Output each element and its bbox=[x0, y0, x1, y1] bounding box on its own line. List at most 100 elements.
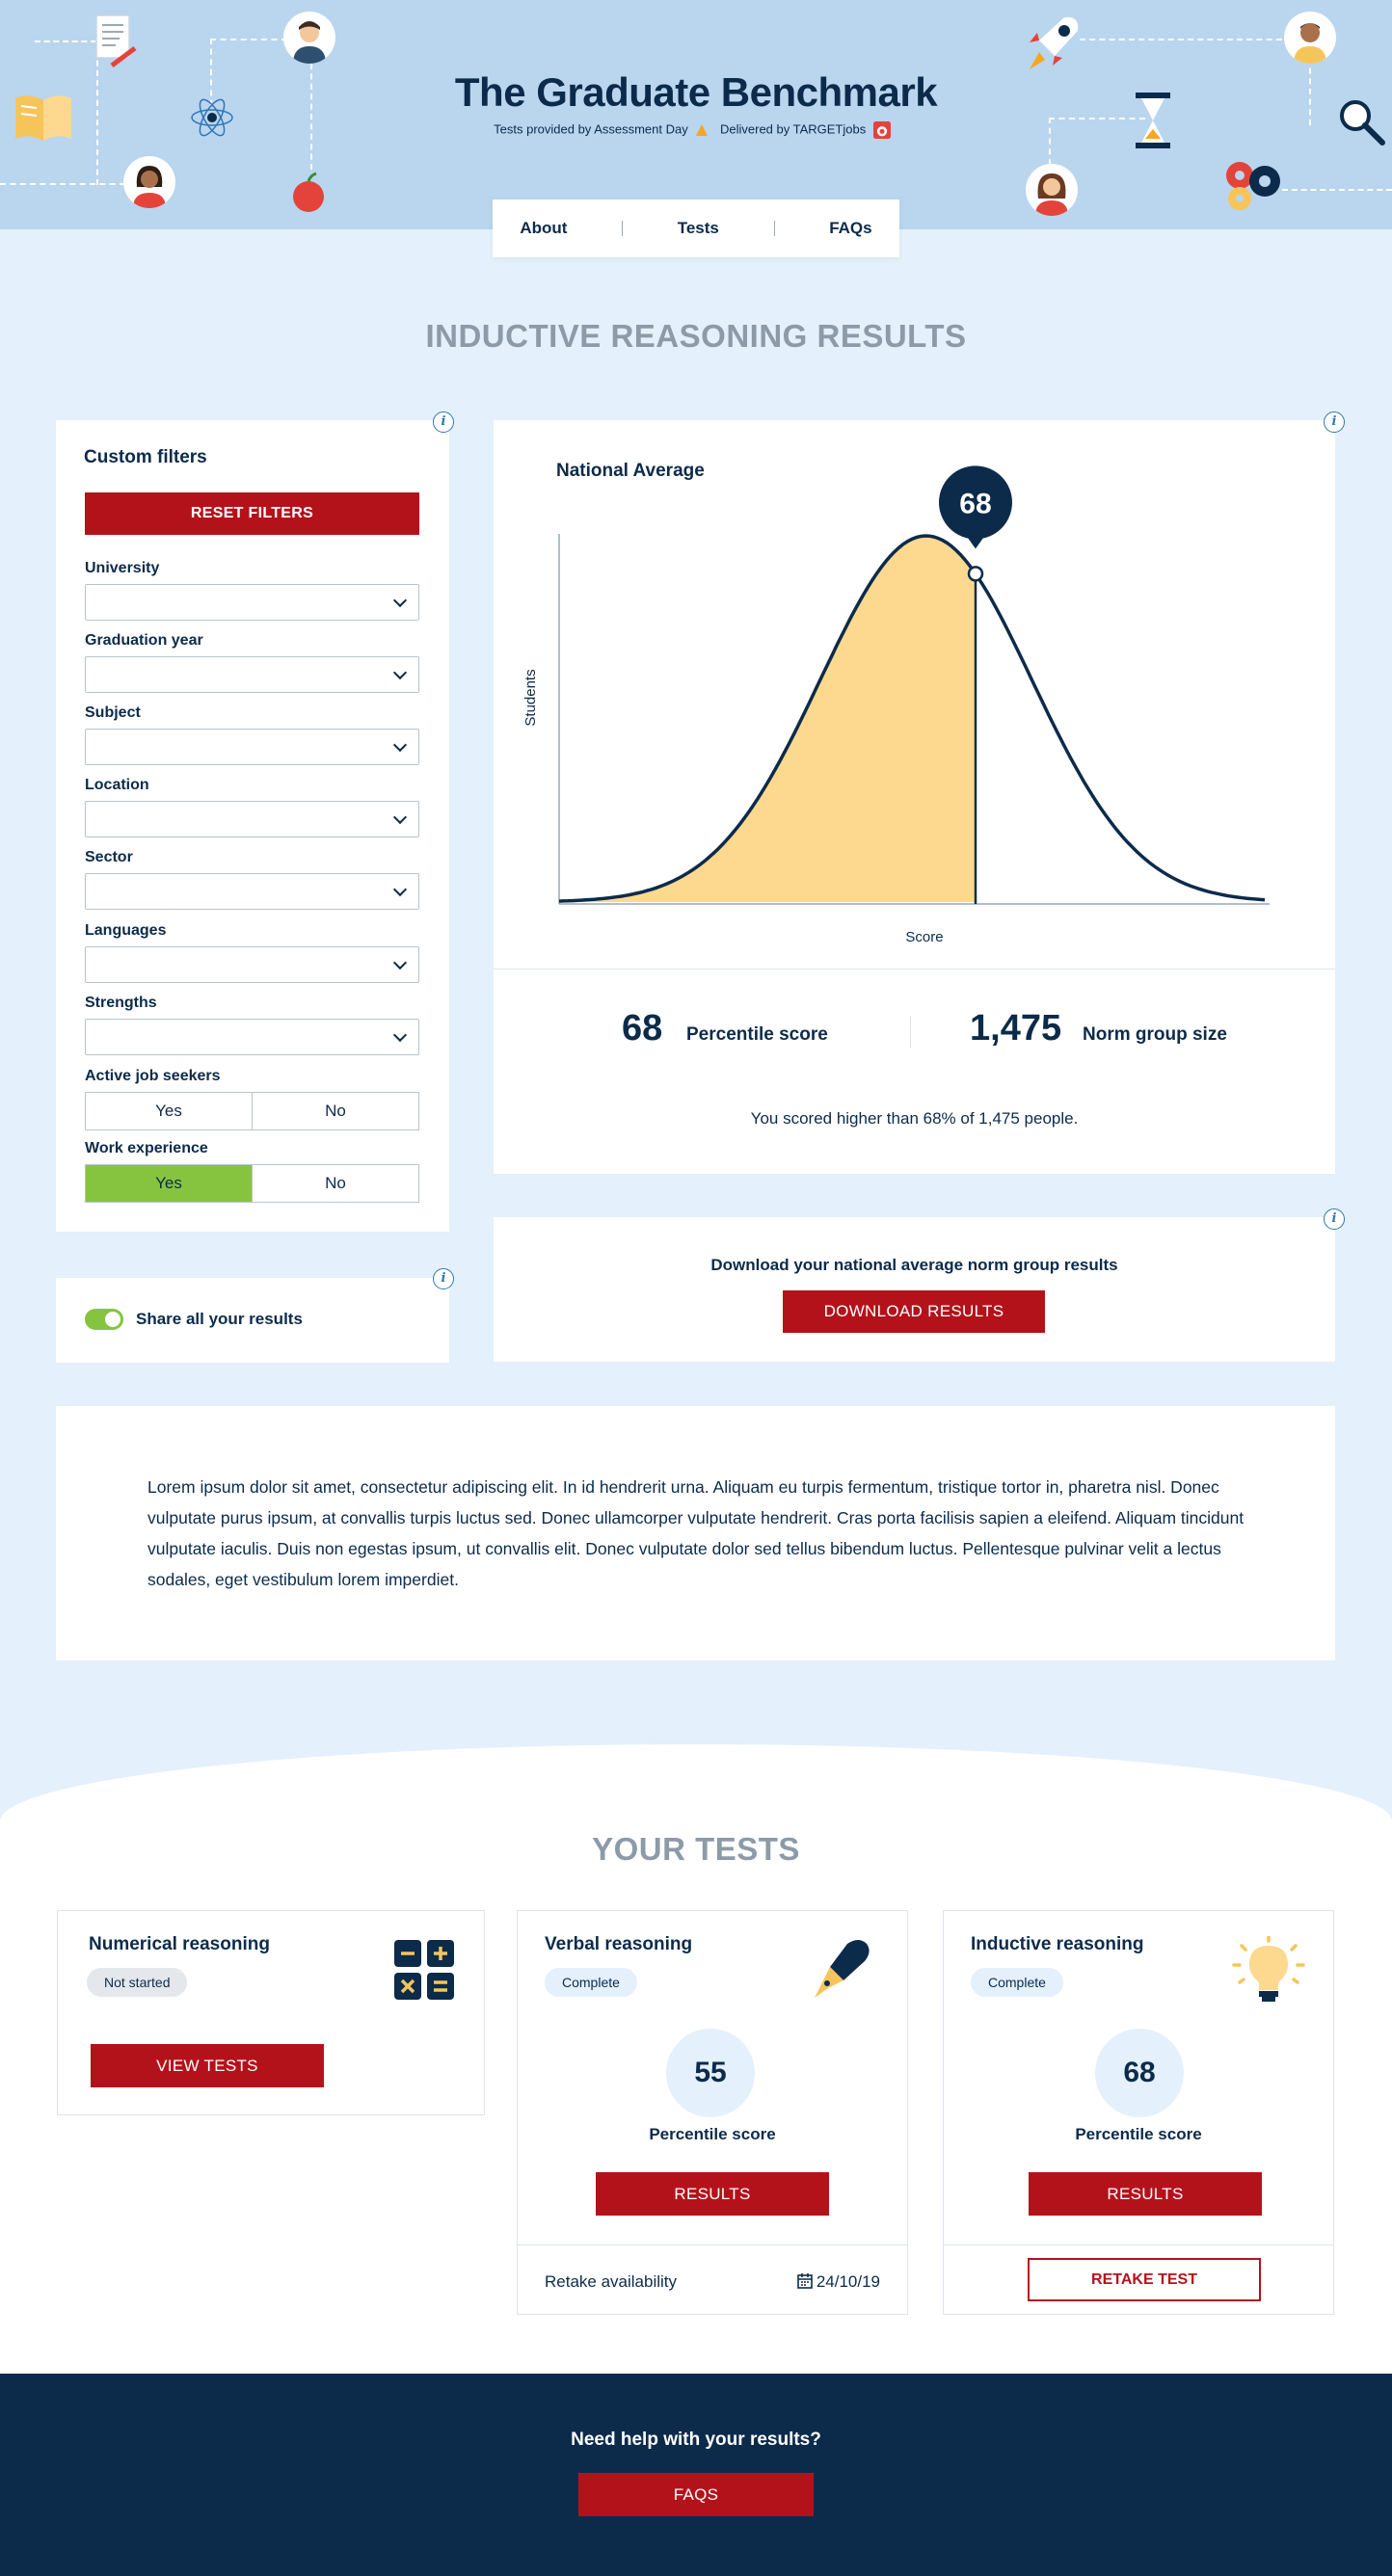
percentile-score-circle: 68 bbox=[1095, 2029, 1184, 2117]
filters-card: Custom filters RESET FILTERS University … bbox=[56, 420, 449, 1232]
work-experience-no[interactable]: No bbox=[252, 1165, 418, 1202]
sector-select[interactable] bbox=[85, 873, 419, 910]
view-tests-button[interactable]: VIEW TESTS bbox=[91, 2044, 324, 2087]
provider-text: Tests provided by Assessment Day bbox=[494, 121, 688, 137]
norm-group-size-label: Norm group size bbox=[1083, 1024, 1227, 1045]
percentile-score-circle: 55 bbox=[666, 2029, 755, 2117]
share-info-icon[interactable]: i bbox=[433, 1268, 454, 1289]
active-job-seekers-toggle: Yes No bbox=[85, 1092, 419, 1130]
retake-test-button[interactable]: RETAKE TEST bbox=[1028, 2258, 1261, 2301]
active-job-seekers-yes[interactable]: Yes bbox=[86, 1093, 252, 1129]
status-badge: Complete bbox=[545, 1968, 637, 1997]
footer-faqs-button[interactable]: FAQS bbox=[578, 2473, 814, 2516]
dashed-line bbox=[1049, 118, 1145, 120]
nav-divider bbox=[773, 221, 775, 236]
filters-info-icon[interactable]: i bbox=[433, 412, 454, 433]
test-title: Verbal reasoning bbox=[545, 1934, 693, 1954]
graduation-year-select[interactable] bbox=[85, 656, 419, 693]
retake-date-value: 24/10/19 bbox=[816, 2272, 880, 2291]
verbal-results-button[interactable]: RESULTS bbox=[596, 2172, 829, 2216]
score-summary: You scored higher than 68% of 1,475 peop… bbox=[750, 1109, 1079, 1128]
active-job-seekers-no[interactable]: No bbox=[252, 1093, 418, 1129]
card-divider bbox=[518, 2244, 907, 2245]
percentile-score-label: Percentile score bbox=[1075, 2125, 1202, 2143]
status-badge: Not started bbox=[87, 1968, 188, 1997]
description-card: Lorem ipsum dolor sit amet, consectetur … bbox=[56, 1406, 1335, 1660]
work-experience-yes[interactable]: Yes bbox=[86, 1165, 252, 1202]
filter-label-location: Location bbox=[85, 777, 149, 793]
stats-divider bbox=[910, 1016, 911, 1049]
chevron-down-icon bbox=[392, 737, 408, 753]
apple-icon bbox=[293, 172, 324, 212]
chevron-down-icon bbox=[392, 955, 408, 970]
university-select[interactable] bbox=[85, 584, 419, 621]
test-title: Inductive reasoning bbox=[971, 1934, 1144, 1954]
nav-tests[interactable]: Tests bbox=[678, 219, 719, 238]
chevron-down-icon bbox=[392, 665, 408, 680]
nav-about[interactable]: About bbox=[520, 219, 567, 238]
download-info-icon[interactable]: i bbox=[1324, 1208, 1345, 1230]
nav-divider bbox=[622, 221, 624, 236]
fountain-pen-icon bbox=[815, 1940, 870, 1998]
dashed-line bbox=[35, 40, 96, 42]
chevron-down-icon bbox=[392, 810, 408, 825]
strengths-select[interactable] bbox=[85, 1019, 419, 1055]
site-title: The Graduate Benchmark bbox=[454, 69, 938, 115]
filter-label-work-experience: Work experience bbox=[85, 1140, 208, 1156]
percentile-score-value: 68 bbox=[622, 1008, 663, 1049]
targetjobs-logo-icon bbox=[872, 121, 891, 139]
x-axis-label: Score bbox=[905, 929, 943, 945]
norm-group-size-value: 1,475 bbox=[970, 1008, 1062, 1049]
work-experience-toggle: Yes No bbox=[85, 1164, 419, 1203]
filter-label-sector: Sector bbox=[85, 849, 133, 865]
dashed-line bbox=[1282, 189, 1392, 191]
distribution-chart: 68 Score Students bbox=[522, 465, 1270, 945]
lightbulb-icon bbox=[1232, 1936, 1305, 2002]
chart-card: National Average 68 Score Students 68 Pe… bbox=[494, 420, 1335, 1174]
share-toggle-switch[interactable] bbox=[85, 1309, 123, 1330]
reset-filters-button[interactable]: RESET FILTERS bbox=[85, 492, 419, 535]
test-card-inductive: Inductive reasoning Complete 68 Percenti… bbox=[943, 1910, 1334, 2315]
y-axis-label: Students bbox=[522, 669, 539, 726]
chart-info-icon[interactable]: i bbox=[1324, 412, 1345, 433]
score-marker-dot bbox=[967, 566, 984, 582]
percentile-score-label: Percentile score bbox=[649, 2125, 776, 2143]
site-subtitle: Tests provided by Assessment Day Deliver… bbox=[0, 121, 1392, 139]
header-banner: The Graduate Benchmark Tests provided by… bbox=[0, 0, 1392, 229]
filter-label-graduation-year: Graduation year bbox=[85, 632, 203, 649]
download-results-button[interactable]: DOWNLOAD RESULTS bbox=[783, 1290, 1045, 1333]
status-badge: Complete bbox=[971, 1968, 1063, 1997]
avatar-man bbox=[283, 12, 335, 64]
filter-label-strengths: Strengths bbox=[85, 995, 157, 1011]
footer: Need help with your results? FAQS bbox=[0, 2374, 1392, 2576]
test-card-verbal: Verbal reasoning Complete 55 Percentile … bbox=[517, 1910, 908, 2315]
retake-date: 24/10/19 bbox=[797, 2272, 880, 2292]
delivery-text: Delivered by TARGETjobs bbox=[719, 121, 867, 137]
download-text: Download your national average norm grou… bbox=[710, 1256, 1118, 1274]
test-card-numerical: Numerical reasoning Not started VIEW TES… bbox=[57, 1910, 485, 2115]
percentile-area bbox=[559, 536, 976, 902]
nav-faqs[interactable]: FAQs bbox=[829, 219, 871, 238]
main-nav: About Tests FAQs bbox=[493, 199, 899, 257]
calculator-icon bbox=[394, 1940, 454, 2000]
document-icon bbox=[95, 14, 137, 67]
inductive-results-button[interactable]: RESULTS bbox=[1029, 2172, 1262, 2216]
location-select[interactable] bbox=[85, 801, 419, 837]
score-marker-value: 68 bbox=[959, 488, 991, 519]
download-card: Download your national average norm grou… bbox=[494, 1217, 1335, 1362]
filter-label-subject: Subject bbox=[85, 704, 141, 721]
chevron-down-icon bbox=[392, 593, 408, 608]
test-title: Numerical reasoning bbox=[89, 1934, 270, 1954]
subject-select[interactable] bbox=[85, 729, 419, 765]
languages-select[interactable] bbox=[85, 946, 419, 983]
tests-title: YOUR TESTS bbox=[592, 1831, 800, 1867]
share-label: Share all your results bbox=[136, 1310, 303, 1328]
filter-label-university: University bbox=[85, 560, 160, 576]
avatar-woman-right bbox=[1026, 164, 1078, 216]
score-marker-bubble: 68 bbox=[938, 465, 1012, 549]
share-card: Share all your results bbox=[56, 1278, 449, 1363]
avatar-woman bbox=[123, 156, 175, 208]
retake-availability-label: Retake availability bbox=[545, 2272, 678, 2291]
dashed-line bbox=[0, 183, 125, 185]
rocket-icon bbox=[1030, 16, 1079, 69]
